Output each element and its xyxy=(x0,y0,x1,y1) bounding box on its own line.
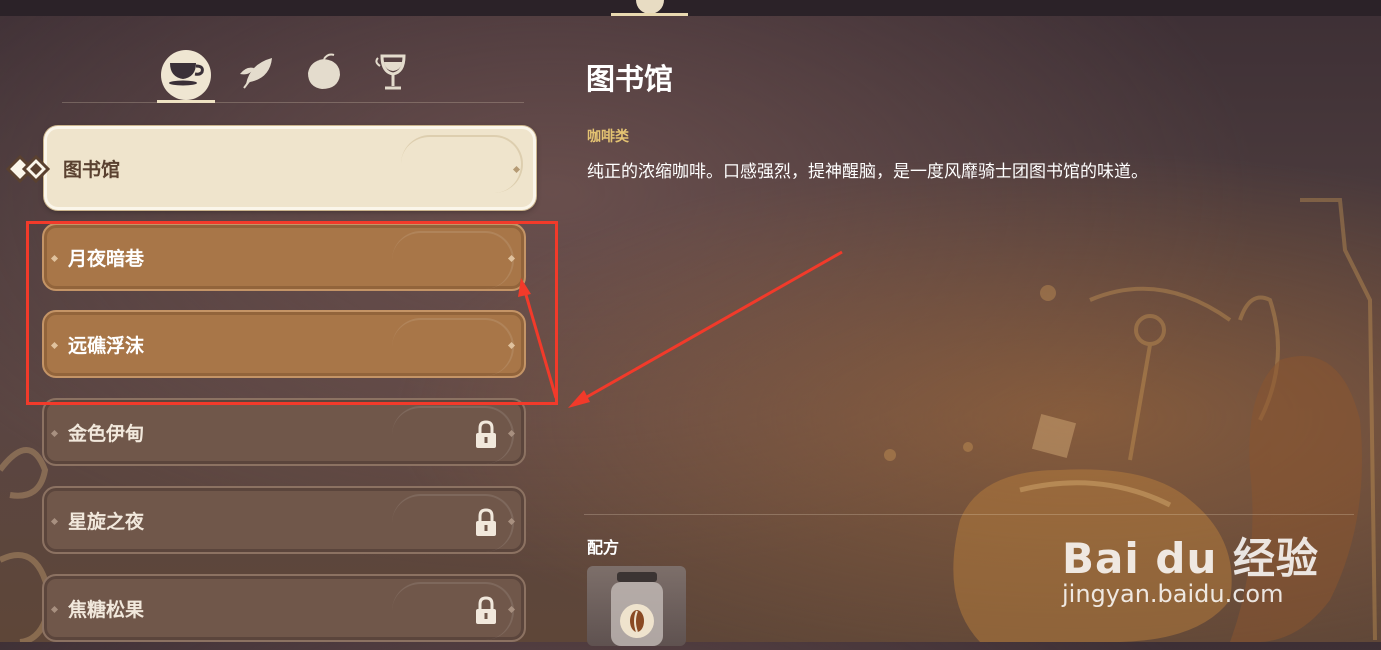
recipe-label: 配方 xyxy=(587,538,620,557)
coffee-bean-jar-icon xyxy=(611,572,663,646)
detail-description: 纯正的浓缩咖啡。口感强烈，提神醒脑，是一度风靡骑士团图书馆的味道。 xyxy=(587,162,1148,182)
recipe-ingredient-slot[interactable] xyxy=(587,566,686,646)
watermark-url: jingyan.baidu.com xyxy=(1062,580,1284,608)
detail-category: 咖啡类 xyxy=(587,129,629,145)
detail-title: 图书馆 xyxy=(586,62,674,96)
recipe-divider xyxy=(584,514,1354,515)
watermark-logo: Bai du 经验 xyxy=(1062,534,1319,583)
